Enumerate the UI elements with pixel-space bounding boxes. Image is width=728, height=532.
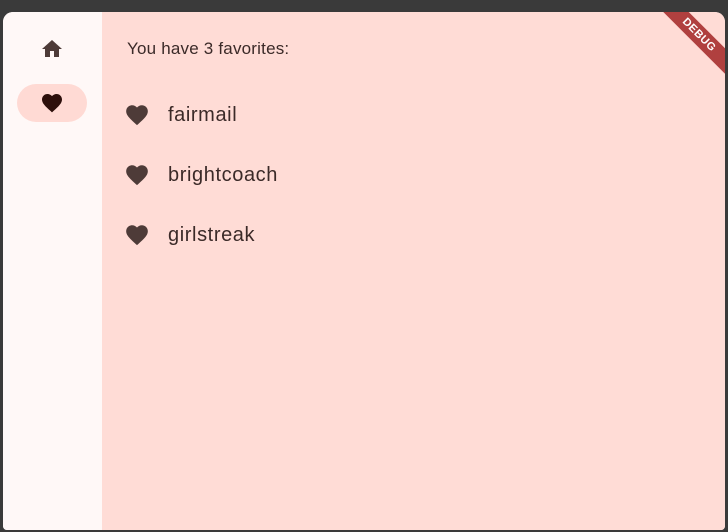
home-icon (39, 37, 65, 61)
list-item-label: fairmail (168, 103, 238, 126)
debug-banner: DEBUG (650, 12, 725, 84)
favorites-page: You have 3 favorites: fairmail brightcoa… (102, 12, 725, 530)
heart-icon (123, 101, 151, 129)
favorites-list: fairmail brightcoach girlstreak (102, 85, 725, 265)
list-item[interactable]: fairmail (102, 85, 725, 145)
navigation-rail (3, 12, 102, 530)
favorites-count-text: You have 3 favorites: (127, 39, 290, 58)
rail-destination-home[interactable] (17, 30, 87, 68)
list-item-label: brightcoach (168, 163, 278, 186)
list-item[interactable]: girlstreak (102, 205, 725, 265)
heart-icon (39, 91, 65, 115)
list-item[interactable]: brightcoach (102, 145, 725, 205)
rail-destination-favorites[interactable] (17, 84, 87, 122)
app-window: You have 3 favorites: fairmail brightcoa… (3, 12, 725, 530)
list-item-label: girlstreak (168, 223, 256, 246)
heart-icon (123, 161, 151, 189)
heart-icon (123, 221, 151, 249)
